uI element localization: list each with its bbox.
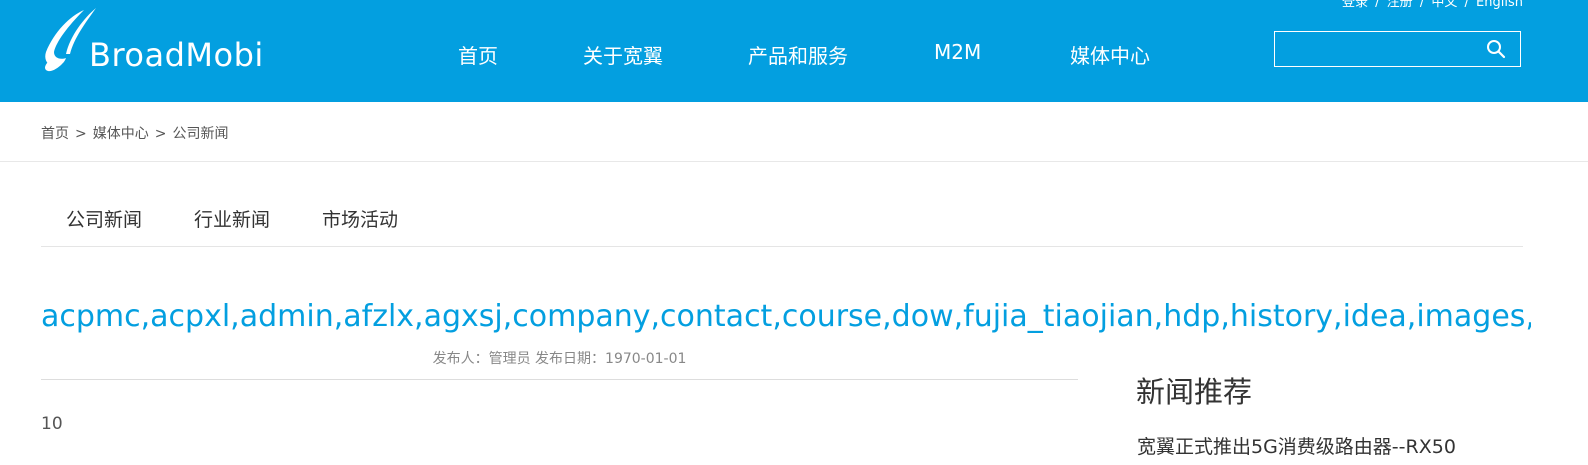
- search-box: [1274, 31, 1521, 67]
- logo-text: BroadMobi: [89, 36, 264, 74]
- breadcrumb-home[interactable]: 首页: [41, 126, 69, 142]
- news-category-tabs: 公司新闻 行业新闻 市场活动: [41, 182, 1523, 247]
- chinese-language-link[interactable]: 中文: [1431, 0, 1457, 10]
- breadcrumb-separator: >: [154, 126, 167, 142]
- breadcrumb-media[interactable]: 媒体中心: [93, 126, 149, 142]
- register-link[interactable]: 注册: [1387, 0, 1413, 10]
- tab-industry-news[interactable]: 行业新闻: [194, 205, 270, 232]
- site-logo[interactable]: BroadMobi: [40, 6, 290, 76]
- nav-item-home[interactable]: 首页: [458, 40, 498, 69]
- breadcrumb-bar: 首页 > 媒体中心 > 公司新闻: [0, 102, 1588, 162]
- top-link-separator: /: [1375, 0, 1380, 10]
- top-links: 登录 / 注册 / 中文 / English: [1342, 0, 1523, 10]
- article-title: acpmc,acpxl,admin,afzlx,agxsj,company,co…: [41, 299, 1531, 334]
- breadcrumb-company-news[interactable]: 公司新闻: [172, 126, 228, 142]
- top-link-separator: /: [1419, 0, 1425, 10]
- english-language-link[interactable]: English: [1476, 0, 1523, 10]
- sidebar-news-item[interactable]: 宽翼正式推出5G消费级路由器--RX50: [1137, 432, 1456, 459]
- search-input[interactable]: [1275, 32, 1475, 66]
- nav-item-about[interactable]: 关于宽翼: [583, 40, 663, 69]
- sidebar-title: 新闻推荐: [1136, 375, 1253, 409]
- nav-item-products[interactable]: 产品和服务: [748, 40, 848, 69]
- top-link-separator: /: [1464, 0, 1469, 10]
- breadcrumb-separator: >: [75, 126, 87, 142]
- article-body: 10: [41, 414, 63, 434]
- article-meta: 发布人：管理员 发布日期：1970-01-01: [432, 351, 687, 367]
- nav-item-m2m[interactable]: M2M: [934, 40, 981, 64]
- tab-market-events[interactable]: 市场活动: [322, 205, 398, 232]
- tab-company-news[interactable]: 公司新闻: [66, 205, 142, 232]
- article-divider: [41, 379, 1078, 380]
- login-link[interactable]: 登录: [1342, 0, 1368, 10]
- breadcrumb: 首页 > 媒体中心 > 公司新闻: [41, 123, 228, 143]
- nav-item-media[interactable]: 媒体中心: [1070, 40, 1150, 69]
- search-icon[interactable]: [1486, 39, 1506, 59]
- site-header: 登录 / 注册 / 中文 / English BroadMobi 首页 关于宽翼…: [0, 0, 1588, 102]
